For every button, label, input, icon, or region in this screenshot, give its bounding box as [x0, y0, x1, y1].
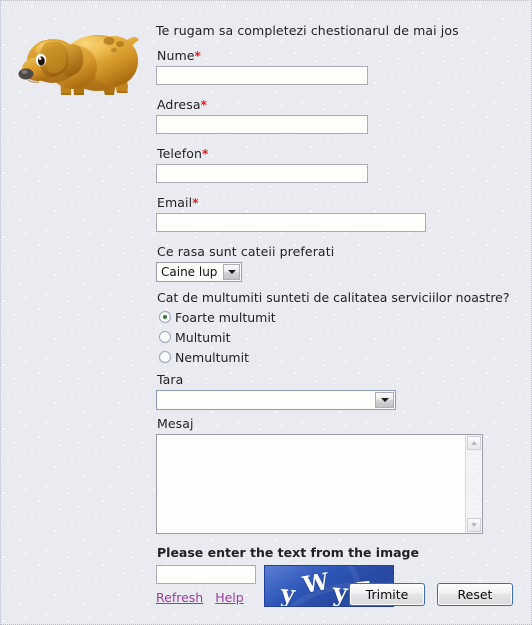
mesaj-textarea-value[interactable] [157, 435, 465, 533]
chevron-down-icon[interactable] [375, 392, 394, 408]
label-telefon-text: Telefon [157, 146, 203, 161]
label-adresa: Adresa* [157, 97, 516, 112]
mesaj-textarea[interactable] [156, 434, 483, 534]
label-nume: Nume* [157, 48, 516, 63]
radio-option-nemultumit[interactable]: Nemultumit [159, 348, 516, 366]
required-marker: * [200, 98, 207, 112]
adresa-input[interactable] [156, 115, 368, 134]
email-input[interactable] [156, 213, 426, 232]
captcha-heading: Please enter the text from the image [157, 545, 419, 560]
radio-label: Multumit [175, 329, 231, 345]
label-nume-text: Nume [157, 48, 195, 63]
radio-icon[interactable] [159, 331, 171, 343]
required-marker: * [194, 49, 201, 63]
breed-select-value: Caine lup [161, 265, 218, 279]
reset-button[interactable]: Reset [437, 583, 513, 606]
radio-option-multumit[interactable]: Multumit [159, 328, 516, 346]
label-email-text: Email [157, 195, 193, 210]
nume-input[interactable] [156, 66, 368, 85]
intro-text: Te rugam sa completezi chestionarul de m… [156, 23, 459, 38]
radio-option-foarte-multumit[interactable]: Foarte multumit [159, 308, 516, 326]
radio-label: Nemultumit [175, 349, 249, 365]
questionnaire-form: Te rugam sa completezi chestionarul de m… [156, 23, 516, 607]
form-actions: Trimite Reset [1, 583, 513, 606]
submit-button[interactable]: Trimite [349, 583, 425, 606]
telefon-input[interactable] [156, 164, 368, 183]
label-adresa-text: Adresa [157, 97, 201, 112]
radio-label: Foarte multumit [175, 309, 276, 325]
label-breed: Ce rasa sunt cateii preferati [157, 244, 335, 259]
radio-icon-selected[interactable] [159, 311, 171, 323]
label-email: Email* [157, 195, 516, 210]
chevron-down-icon[interactable] [223, 264, 240, 280]
puppy-illustration [16, 19, 146, 101]
satisfaction-question: Cat de multumiti sunteti de calitatea se… [157, 290, 510, 305]
required-marker: * [202, 147, 209, 161]
country-select[interactable] [156, 390, 396, 410]
breed-select[interactable]: Caine lup [156, 262, 242, 282]
captcha-input[interactable] [156, 565, 256, 584]
scroll-down-icon[interactable] [467, 518, 481, 532]
scrollbar-track[interactable] [467, 451, 481, 517]
questionnaire-page: Te rugam sa completezi chestionarul de m… [0, 0, 532, 625]
scroll-up-icon[interactable] [467, 436, 481, 450]
required-marker: * [192, 196, 199, 210]
textarea-scrollbar[interactable] [465, 435, 482, 533]
label-telefon: Telefon* [157, 146, 516, 161]
label-tara: Tara [157, 372, 184, 387]
radio-icon[interactable] [159, 351, 171, 363]
label-mesaj: Mesaj [157, 416, 194, 431]
